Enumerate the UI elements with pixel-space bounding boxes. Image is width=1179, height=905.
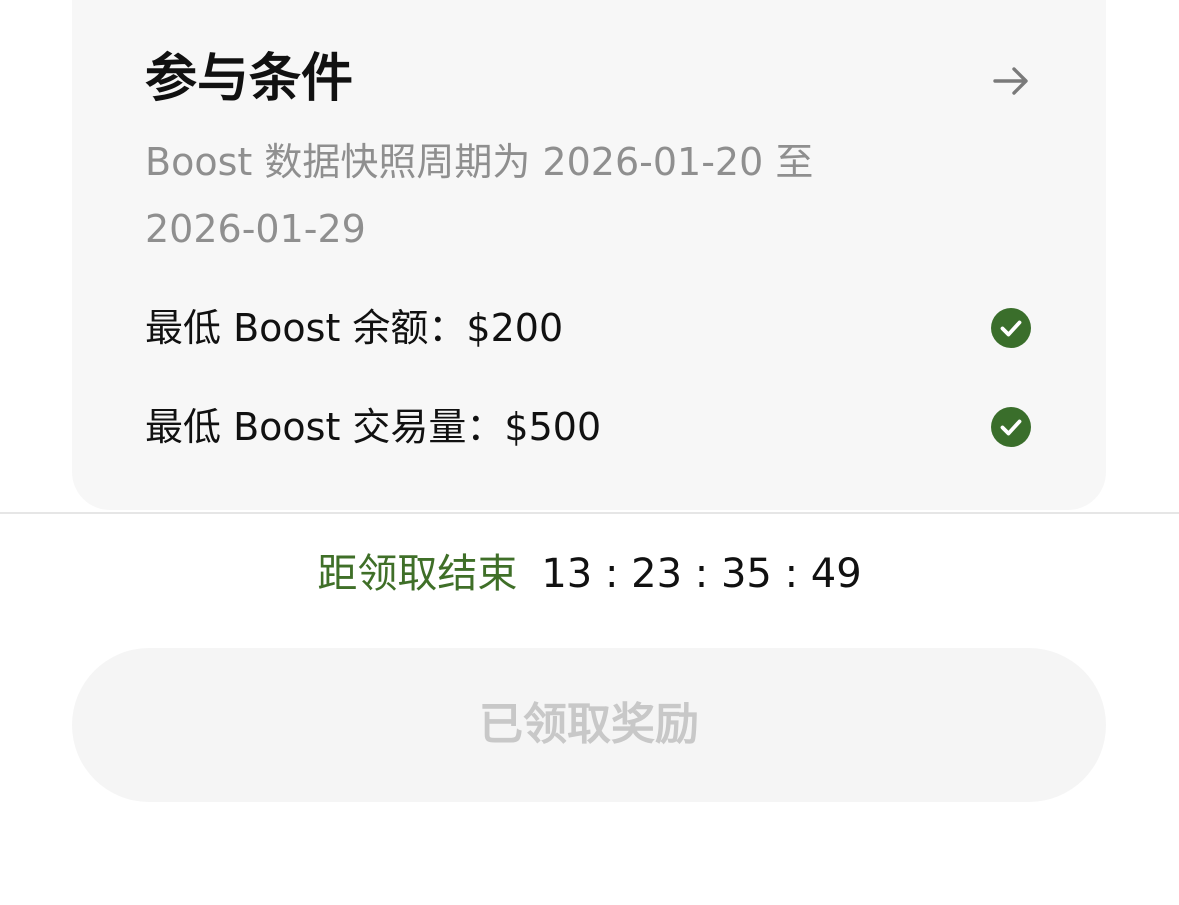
divider	[0, 512, 1179, 514]
check-circle-icon	[991, 308, 1031, 348]
condition-min-balance: 最低 Boost 余额：$200	[145, 306, 564, 350]
countdown-label: 距领取结束	[317, 551, 518, 597]
check-circle-icon	[991, 407, 1031, 447]
countdown-timer: 13 : 23 : 35 : 49	[541, 551, 862, 597]
section-title: 参与条件	[145, 49, 354, 109]
claimed-reward-button[interactable]: 已领取奖励	[72, 648, 1106, 802]
condition-min-volume: 最低 Boost 交易量：$500	[145, 405, 602, 449]
claim-countdown: 距领取结束 13 : 23 : 35 : 49	[0, 546, 1179, 602]
snapshot-period-description: Boost 数据快照周期为 2026-01-20 至 2026-01-29	[145, 140, 814, 251]
arrow-right-icon[interactable]	[988, 58, 1034, 104]
